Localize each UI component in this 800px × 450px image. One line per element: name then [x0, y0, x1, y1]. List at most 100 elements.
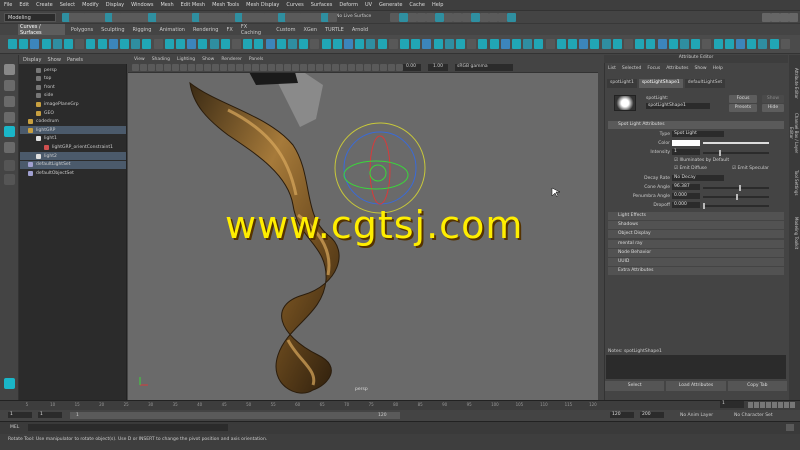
outliner-row[interactable]: persp	[20, 66, 126, 74]
shelf-tool-icon[interactable]	[299, 39, 309, 49]
presets-button[interactable]: Presets	[729, 104, 757, 112]
shelf-tool-icon[interactable]	[344, 39, 353, 49]
menu-cache[interactable]: Cache	[409, 2, 425, 8]
shelf-tool-icon[interactable]	[489, 39, 499, 49]
shelf-tool-icon[interactable]	[433, 39, 443, 49]
playback-button-icon[interactable]	[748, 402, 753, 408]
node-name-field[interactable]: spotLightShape1	[646, 103, 710, 109]
section-uuid[interactable]: UUID	[608, 258, 784, 266]
shelf-tool-icon[interactable]	[187, 39, 197, 49]
menu-mesh-display[interactable]: Mesh Display	[246, 2, 279, 8]
viewport-tool-icon[interactable]	[188, 64, 195, 71]
shelf-tool-icon[interactable]	[478, 39, 488, 49]
shelf-tab-custom[interactable]: Custom	[274, 27, 297, 33]
section-light-effects[interactable]: Light Effects	[608, 212, 784, 220]
outliner-menu-show[interactable]: Show	[47, 57, 61, 63]
range-start-field[interactable]: 1	[8, 412, 32, 418]
shelf-tab-arnold[interactable]: Arnold	[350, 27, 370, 33]
viewport-tool-icon[interactable]	[236, 64, 243, 71]
notes-textarea[interactable]	[606, 355, 786, 379]
shelf-tool-icon[interactable]	[579, 39, 589, 49]
viewport-tool-icon[interactable]	[340, 64, 347, 71]
command-input[interactable]	[28, 424, 228, 431]
character-set-dropdown[interactable]: No Character Set	[734, 413, 773, 418]
menu-deform[interactable]: Deform	[339, 2, 358, 8]
shelf-tool-icon[interactable]	[108, 39, 118, 49]
viewport-tool-icon[interactable]	[148, 64, 155, 71]
shelf-tab-rendering[interactable]: Rendering	[191, 27, 221, 33]
status-render-icon[interactable]	[417, 13, 426, 22]
shelf-tool-icon[interactable]	[523, 39, 533, 49]
viewport-tool-icon[interactable]	[164, 64, 171, 71]
rotate-manipulator[interactable]	[334, 122, 426, 214]
viewport-tool-icon[interactable]	[364, 64, 371, 71]
shelf-tool-icon[interactable]	[120, 39, 129, 49]
shelf-tool-icon[interactable]	[556, 39, 566, 49]
live-surface-field[interactable]: No Live Surface	[336, 14, 371, 19]
viewport-tool-icon[interactable]	[348, 64, 355, 71]
panel-toggle-icon[interactable]	[771, 13, 780, 22]
shelf-tool-icon[interactable]	[30, 39, 40, 49]
paint-select-tool-icon[interactable]	[4, 96, 15, 107]
attr-tab-spotLightShape1[interactable]: spotLightShape1	[638, 79, 683, 88]
status-render-icon[interactable]	[489, 13, 498, 22]
status-render-icon[interactable]	[498, 13, 507, 22]
shelf-tool-icon[interactable]	[8, 39, 17, 49]
four-view-icon[interactable]	[4, 174, 15, 185]
decay-rate-dropdown[interactable]: No Decay	[672, 175, 724, 181]
script-editor-button[interactable]	[786, 424, 794, 431]
dropoff-field[interactable]: 0.000	[672, 202, 700, 208]
viewport-tool-icon[interactable]	[156, 64, 163, 71]
shelf-tool-icon[interactable]	[702, 39, 712, 49]
viewport-tool-icon[interactable]	[140, 64, 147, 71]
outliner-row[interactable]: lightGRP_orientConstraint1	[20, 143, 126, 151]
attr-menu-list[interactable]: List	[608, 66, 616, 71]
shelf-tool-icon[interactable]	[713, 39, 723, 49]
single-view-icon[interactable]	[4, 160, 15, 171]
shelf-tool-icon[interactable]	[724, 39, 734, 49]
viewport-tool-icon[interactable]	[252, 64, 259, 71]
viewport-tool-icon[interactable]	[284, 64, 291, 71]
menu-windows[interactable]: Windows	[131, 2, 153, 8]
gamma-field[interactable]: 1.00	[428, 64, 448, 71]
shelf-tool-icon[interactable]	[646, 39, 656, 49]
scale-tool-icon[interactable]	[4, 142, 15, 153]
shelf-tool-icon[interactable]	[769, 39, 779, 49]
shelf-tool-icon[interactable]	[86, 39, 96, 49]
current-frame-field[interactable]: 1	[720, 401, 744, 408]
shelf-tool-icon[interactable]	[64, 39, 73, 49]
section-shadows[interactable]: Shadows	[608, 221, 784, 230]
playback-button-icon[interactable]	[790, 402, 795, 408]
outliner-row[interactable]: light2	[20, 152, 126, 160]
viewport-tool-icon[interactable]	[228, 64, 235, 71]
move-tool-icon[interactable]	[4, 112, 15, 123]
shelf-tool-icon[interactable]	[612, 39, 622, 49]
exposure-field[interactable]: 0.00	[401, 64, 421, 71]
outliner-menu-display[interactable]: Display	[23, 57, 41, 63]
playback-button-icon[interactable]	[754, 402, 759, 408]
shelf-tab-rigging[interactable]: Rigging	[131, 27, 154, 33]
playback-button-icon[interactable]	[766, 402, 771, 408]
lasso-tool-icon[interactable]	[4, 80, 15, 91]
outliner-row[interactable]: defaultObjectSet	[20, 169, 126, 177]
illuminates-by-default-checkbox[interactable]: ☑ Illuminates by Default	[674, 158, 729, 163]
shelf-tool-icon[interactable]	[512, 39, 521, 49]
range-start2-field[interactable]: 1	[38, 412, 62, 418]
section-node-behavior[interactable]: Node Behavior	[608, 248, 784, 257]
show-button[interactable]: Show	[762, 95, 784, 103]
status-render-icon[interactable]	[453, 13, 462, 22]
shelf-tool-icon[interactable]	[422, 39, 432, 49]
playback-button-icon[interactable]	[784, 402, 789, 408]
outliner-menu-panels[interactable]: Panels	[67, 57, 83, 63]
shelf-tool-icon[interactable]	[568, 39, 577, 49]
viewport-tool-icon[interactable]	[316, 64, 323, 71]
shelf-tool-icon[interactable]	[254, 39, 264, 49]
outliner-layout-icon[interactable]	[4, 378, 15, 389]
playback-button-icon[interactable]	[760, 402, 765, 408]
attr-menu-focus[interactable]: Focus	[647, 66, 660, 71]
side-tab-attribute-editor[interactable]: Attribute Editor	[790, 60, 799, 106]
shelf-tool-icon[interactable]	[232, 39, 241, 49]
panel-toggle-icon[interactable]	[762, 13, 771, 22]
status-render-icon[interactable]	[390, 13, 399, 22]
viewport-tool-icon[interactable]	[308, 64, 315, 71]
